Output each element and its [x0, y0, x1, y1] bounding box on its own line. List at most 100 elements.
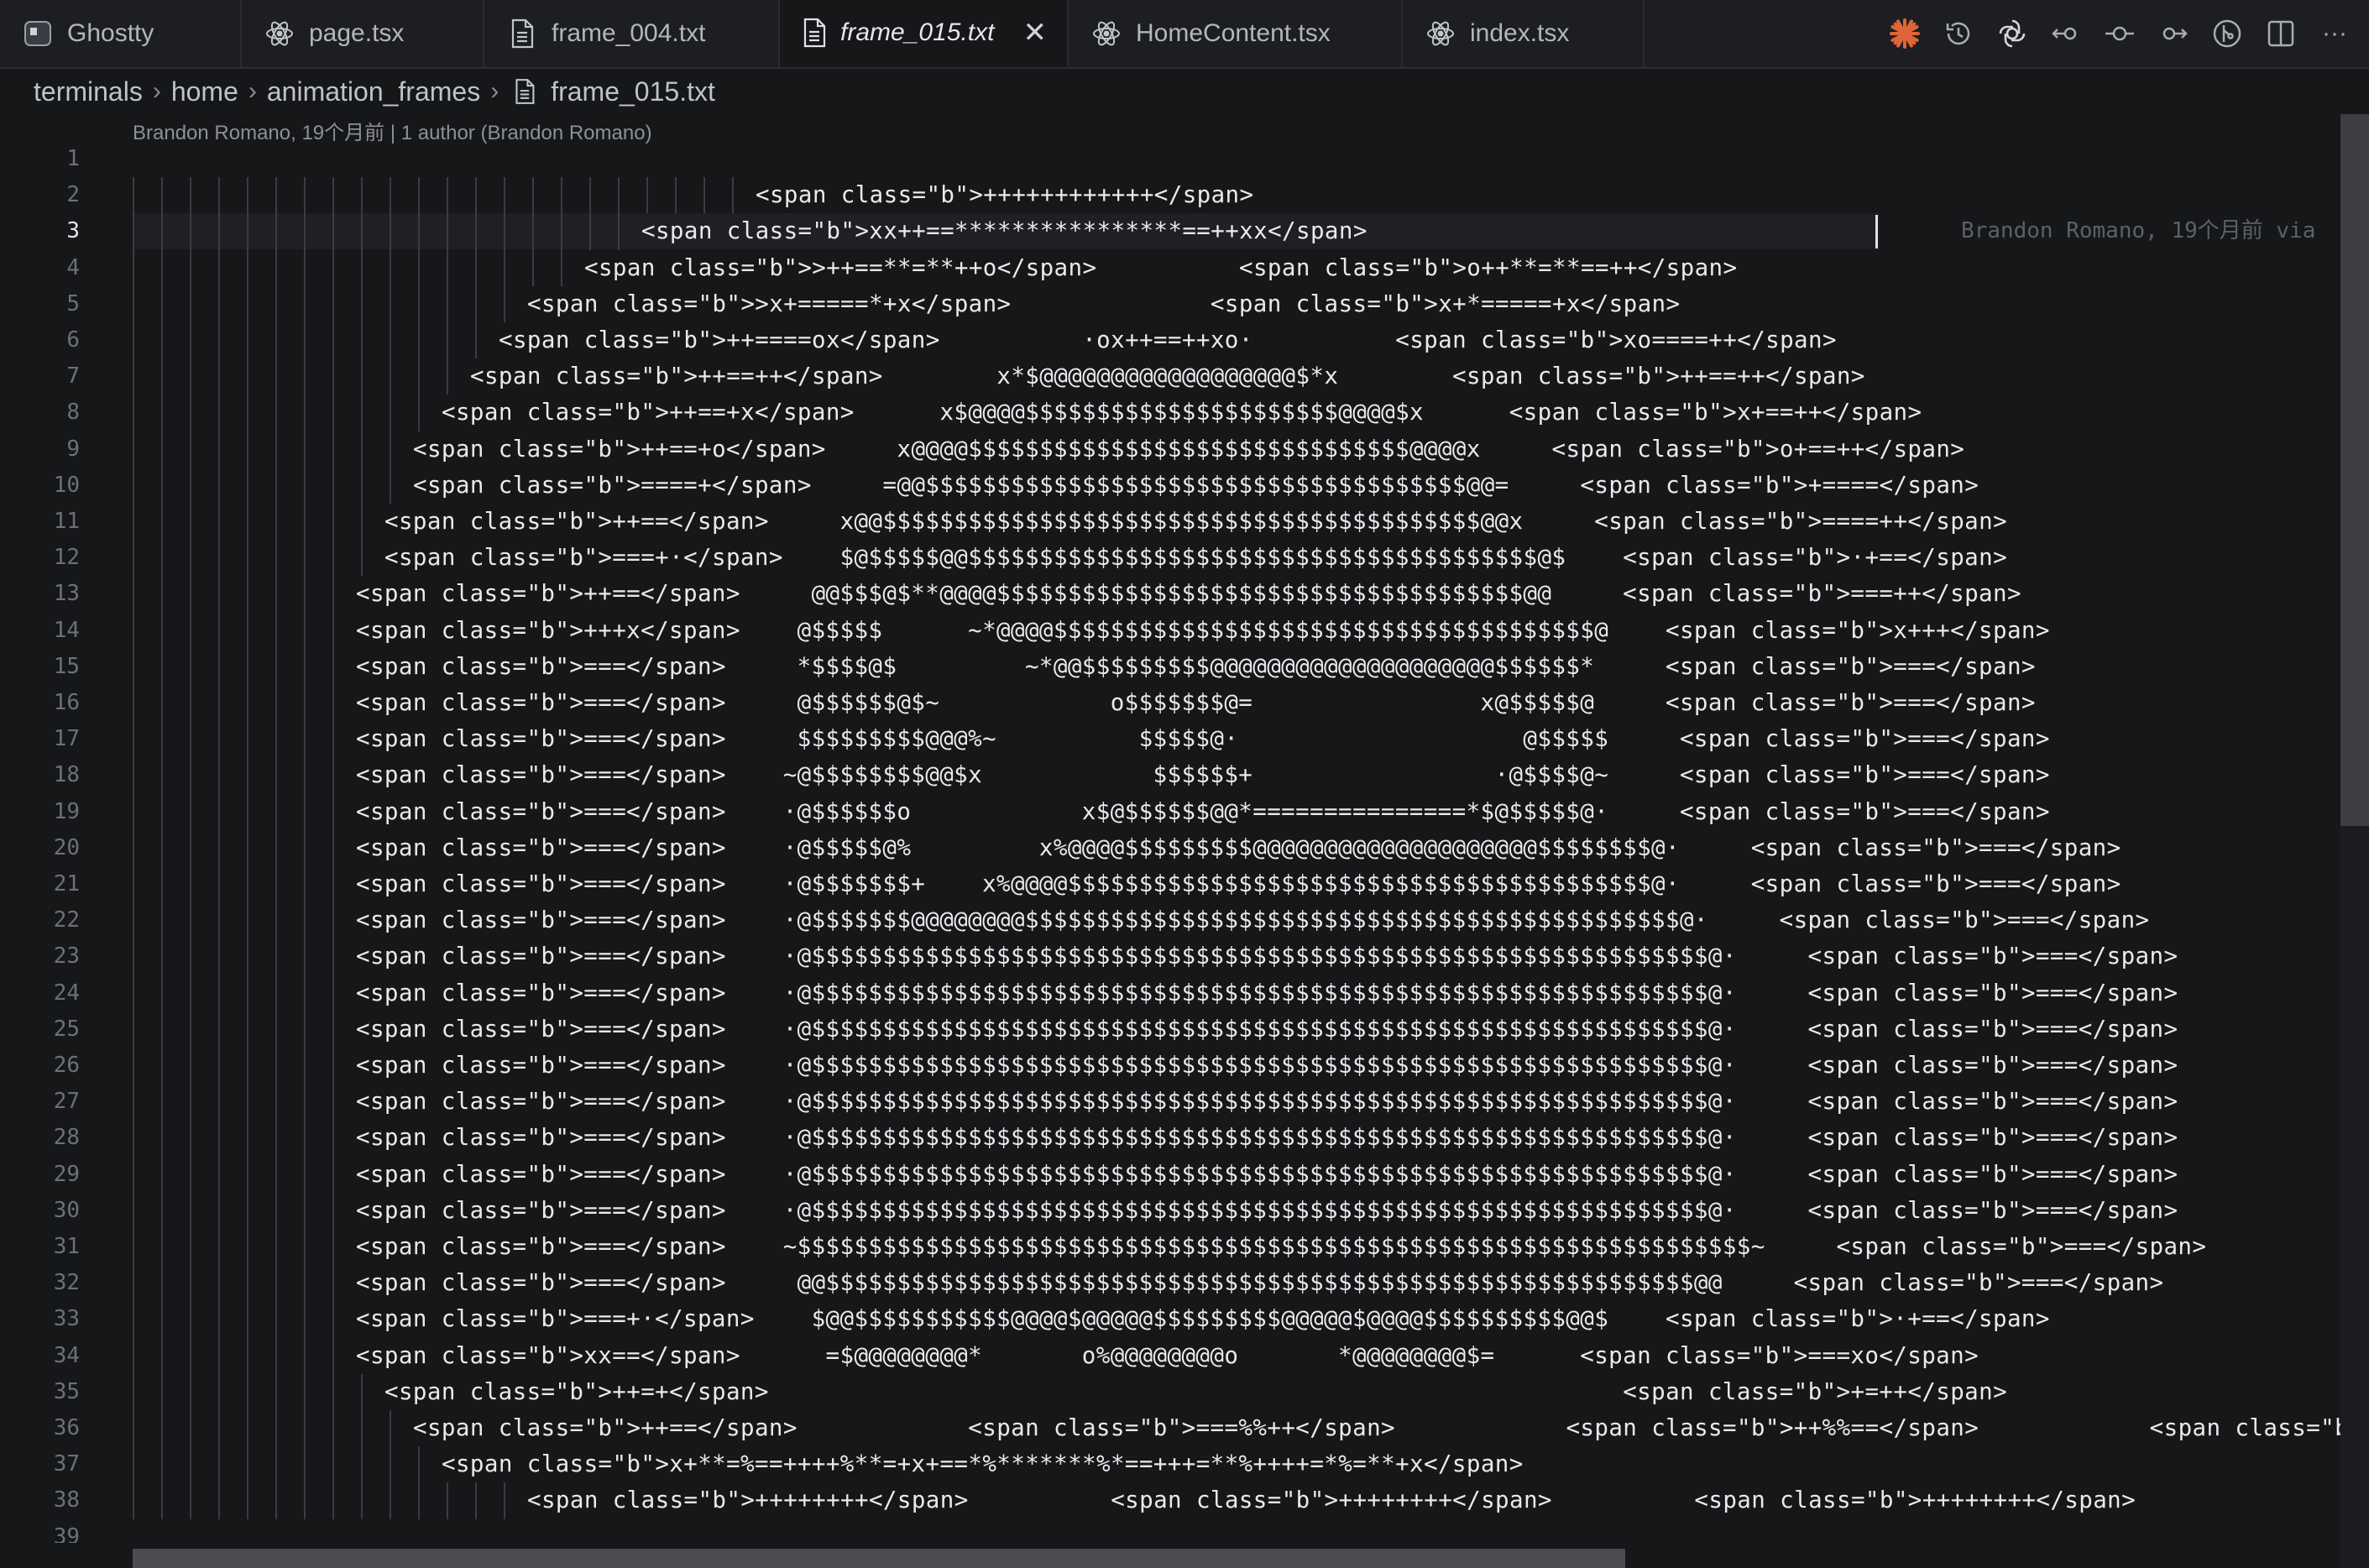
code-line[interactable]: 37 <span class="b">x+**=%==++++%**=+x+==*…	[0, 1446, 2342, 1483]
indent-guide	[161, 431, 163, 468]
indent-guide	[332, 1301, 334, 1338]
code-line[interactable]: 25 <span class="b">===</span> ·@$$$$$$$$$…	[0, 1011, 2342, 1048]
code-text: <span class="b">===+·</span> $@$$$$$@@$$…	[384, 544, 2008, 572]
code-line[interactable]: 34 <span class="b">xx==</span> =$@@@@@@@@…	[0, 1337, 2342, 1374]
code-line[interactable]: 21 <span class="b">===</span> ·@$$$$$$$+ …	[0, 866, 2342, 903]
code-line[interactable]: 33 <span class="b">===+·</span> $@@$$$$$$…	[0, 1301, 2342, 1338]
commit-icon[interactable]	[2104, 18, 2136, 50]
code-line[interactable]: 32 <span class="b">===</span> @@$$$$$$$$$…	[0, 1265, 2342, 1302]
indent-guide	[304, 1192, 306, 1229]
indent-guide	[133, 358, 134, 395]
code-line[interactable]: 4 <span class="b">>++==**=**++o</span> <s…	[0, 249, 2342, 286]
history-icon[interactable]	[1943, 18, 1974, 50]
indent-guide	[190, 1084, 191, 1121]
tab-frame-015[interactable]: frame_015.txt ✕	[780, 0, 1069, 67]
vertical-scrollbar[interactable]	[2340, 114, 2369, 826]
code-line[interactable]: 29 <span class="b">===</span> ·@$$$$$$$$$…	[0, 1156, 2342, 1193]
indent-guide	[218, 648, 220, 685]
indent-guide	[190, 1446, 191, 1483]
indent-guide	[218, 249, 220, 286]
openai-icon[interactable]	[1996, 18, 2028, 50]
code-line[interactable]: 6 <span class="b">++====ox</span> ·ox++==…	[0, 322, 2342, 359]
code-line[interactable]: 5 <span class="b">>x+=====*+x</span> <spa…	[0, 285, 2342, 322]
code-line[interactable]: 16 <span class="b">===</span> @$$$$$$@$~ …	[0, 685, 2342, 722]
code-text: <span class="b">++==+o</span> x@@@@$$$$$…	[413, 435, 1965, 463]
indent-guide	[161, 1301, 163, 1338]
code-line[interactable]: 7 <span class="b">++==++</span> x*$@@@@@@…	[0, 358, 2342, 395]
code-line[interactable]: 14 <span class="b">+++x</span> @$$$$$ ~*@…	[0, 612, 2342, 649]
indent-guide	[133, 1156, 134, 1193]
code-line[interactable]: 12 <span class="b">===+·</span> $@$$$$$@@…	[0, 540, 2342, 577]
code-line[interactable]: 39	[0, 1519, 2342, 1543]
breadcrumb-item[interactable]: animation_frames	[267, 76, 480, 107]
code-line[interactable]: 31 <span class="b">===</span> ~$$$$$$$$$$…	[0, 1229, 2342, 1266]
indent-guide	[190, 431, 191, 468]
code-line[interactable]: 26 <span class="b">===</span> ·@$$$$$$$$$…	[0, 1048, 2342, 1085]
tab-page-tsx[interactable]: page.tsx	[242, 0, 484, 67]
indent-guide	[532, 177, 534, 214]
indent-guide	[390, 177, 391, 214]
indent-guide	[304, 431, 306, 468]
indent-guide	[247, 938, 248, 975]
tab-index-tsx[interactable]: index.tsx	[1403, 0, 1645, 67]
close-icon[interactable]: ✕	[1022, 16, 1047, 50]
go-back-icon[interactable]	[2050, 18, 2082, 50]
code-line[interactable]: 1	[0, 141, 2342, 177]
code-line[interactable]: 27 <span class="b">===</span> ·@$$$$$$$$$…	[0, 1084, 2342, 1121]
code-editor[interactable]: 1 2 <span class="b">++++++++++++</span> 3 <s…	[0, 141, 2342, 1543]
code-line[interactable]: 17 <span class="b">===</span> $$$$$$$$$@@…	[0, 721, 2342, 758]
indent-guide	[247, 1084, 248, 1121]
horizontal-scrollbar[interactable]	[133, 1549, 1625, 1568]
breadcrumb-item[interactable]: home	[171, 76, 238, 107]
indent-guide	[332, 358, 334, 395]
code-line[interactable]: 38 <span class="b">++++++++</span> <span …	[0, 1482, 2342, 1519]
code-line[interactable]: 3 <span class="b">xx++==****************=…	[0, 213, 2342, 250]
indent-guide	[332, 1084, 334, 1121]
breadcrumb-item[interactable]: frame_015.txt	[551, 76, 715, 107]
tab-frame-004[interactable]: frame_004.txt	[484, 0, 780, 67]
indent-guide	[161, 1084, 163, 1121]
code-line[interactable]: 35 <span class="b">++=+</span> <span clas…	[0, 1373, 2342, 1410]
indent-guide	[304, 1120, 306, 1157]
indent-guide	[304, 1337, 306, 1374]
indent-guide	[275, 829, 277, 866]
indent-guide	[133, 1373, 134, 1410]
breadcrumb-item[interactable]: terminals	[34, 76, 143, 107]
indent-guide	[332, 540, 334, 577]
indent-guide	[361, 504, 363, 541]
code-line[interactable]: 15 <span class="b">===</span> *$$$$@$ ~*@…	[0, 648, 2342, 685]
code-line[interactable]: 36 <span class="b">++==</span> <span clas…	[0, 1410, 2342, 1447]
indent-guide	[361, 249, 363, 286]
code-line[interactable]: 18 <span class="b">===</span> ~@$$$$$$$$@…	[0, 757, 2342, 794]
code-line[interactable]: 11 <span class="b">++==</span> x@@$$$$$$$…	[0, 504, 2342, 541]
code-line[interactable]: 10 <span class="b">====+</span> =@@$$$$$$…	[0, 467, 2342, 504]
code-line[interactable]: 2 <span class="b">++++++++++++</span>	[0, 177, 2342, 214]
code-line[interactable]: 24 <span class="b">===</span> ·@$$$$$$$$$…	[0, 975, 2342, 1011]
go-forward-icon[interactable]	[2157, 18, 2189, 50]
line-number: 1	[66, 146, 80, 171]
git-graph-icon[interactable]	[2211, 18, 2243, 50]
tab-ghostty[interactable]: Ghostty	[0, 0, 242, 67]
code-line[interactable]: 9 <span class="b">++==+o</span> x@@@@$$$$…	[0, 431, 2342, 468]
indent-guide	[161, 213, 163, 250]
claude-icon[interactable]	[1889, 18, 1921, 50]
code-line[interactable]: 8 <span class="b">++==+x</span> x$@@@@$$$…	[0, 395, 2342, 431]
indent-guide	[332, 395, 334, 431]
tab-homecontent-tsx[interactable]: HomeContent.tsx	[1069, 0, 1403, 67]
code-line[interactable]: 23 <span class="b">===</span> ·@$$$$$$$$$…	[0, 938, 2342, 975]
code-line[interactable]: 20 <span class="b">===</span> ·@$$$$$@% x…	[0, 829, 2342, 866]
indent-guide	[332, 1373, 334, 1410]
indent-guide	[332, 721, 334, 758]
code-line[interactable]: 30 <span class="b">===</span> ·@$$$$$$$$$…	[0, 1192, 2342, 1229]
indent-guide	[361, 1482, 363, 1519]
split-editor-icon[interactable]	[2265, 18, 2297, 50]
indent-guide	[247, 1482, 248, 1519]
code-text: <span class="b">>x+=====*+x</span> <span…	[527, 290, 1681, 317]
code-line[interactable]: 28 <span class="b">===</span> ·@$$$$$$$$$…	[0, 1120, 2342, 1157]
more-icon[interactable]: ···	[2319, 18, 2351, 50]
code-line[interactable]: 22 <span class="b">===</span> ·@$$$$$$$@@…	[0, 902, 2342, 939]
code-line[interactable]: 13 <span class="b">++==</span> @@$$$@$**@…	[0, 576, 2342, 613]
indent-guide	[361, 540, 363, 577]
indent-guide	[218, 1410, 220, 1447]
code-line[interactable]: 19 <span class="b">===</span> ·@$$$$$$o x…	[0, 793, 2342, 830]
